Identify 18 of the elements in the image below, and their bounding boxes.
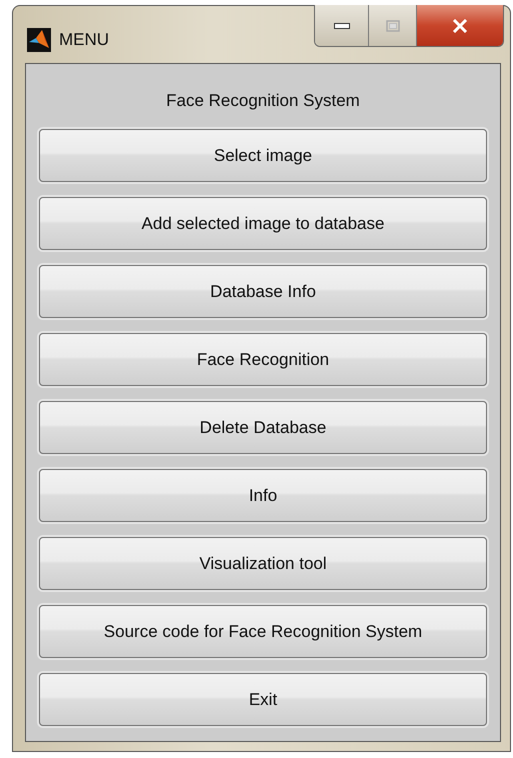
close-button[interactable] [417,5,503,46]
window-title: MENU [59,30,110,50]
menu-button[interactable]: Select image [39,129,487,182]
menu-button[interactable]: Add selected image to database [39,197,487,250]
menu-button[interactable]: Source code for Face Recognition System [39,605,487,658]
menu-button[interactable]: Database Info [39,265,487,318]
maximize-button[interactable] [369,5,417,46]
minimize-icon [334,22,350,28]
menu-button[interactable]: Visualization tool [39,537,487,590]
menu-button[interactable]: Info [39,469,487,522]
menu-button[interactable]: Exit [39,673,487,726]
menu-button[interactable]: Face Recognition [39,333,487,386]
close-icon [452,18,468,32]
panel-heading: Face Recognition System [166,91,360,111]
app-logo-icon [27,28,51,52]
menu-button[interactable]: Delete Database [39,401,487,454]
maximize-icon [386,20,400,32]
minimize-button[interactable] [315,5,369,46]
